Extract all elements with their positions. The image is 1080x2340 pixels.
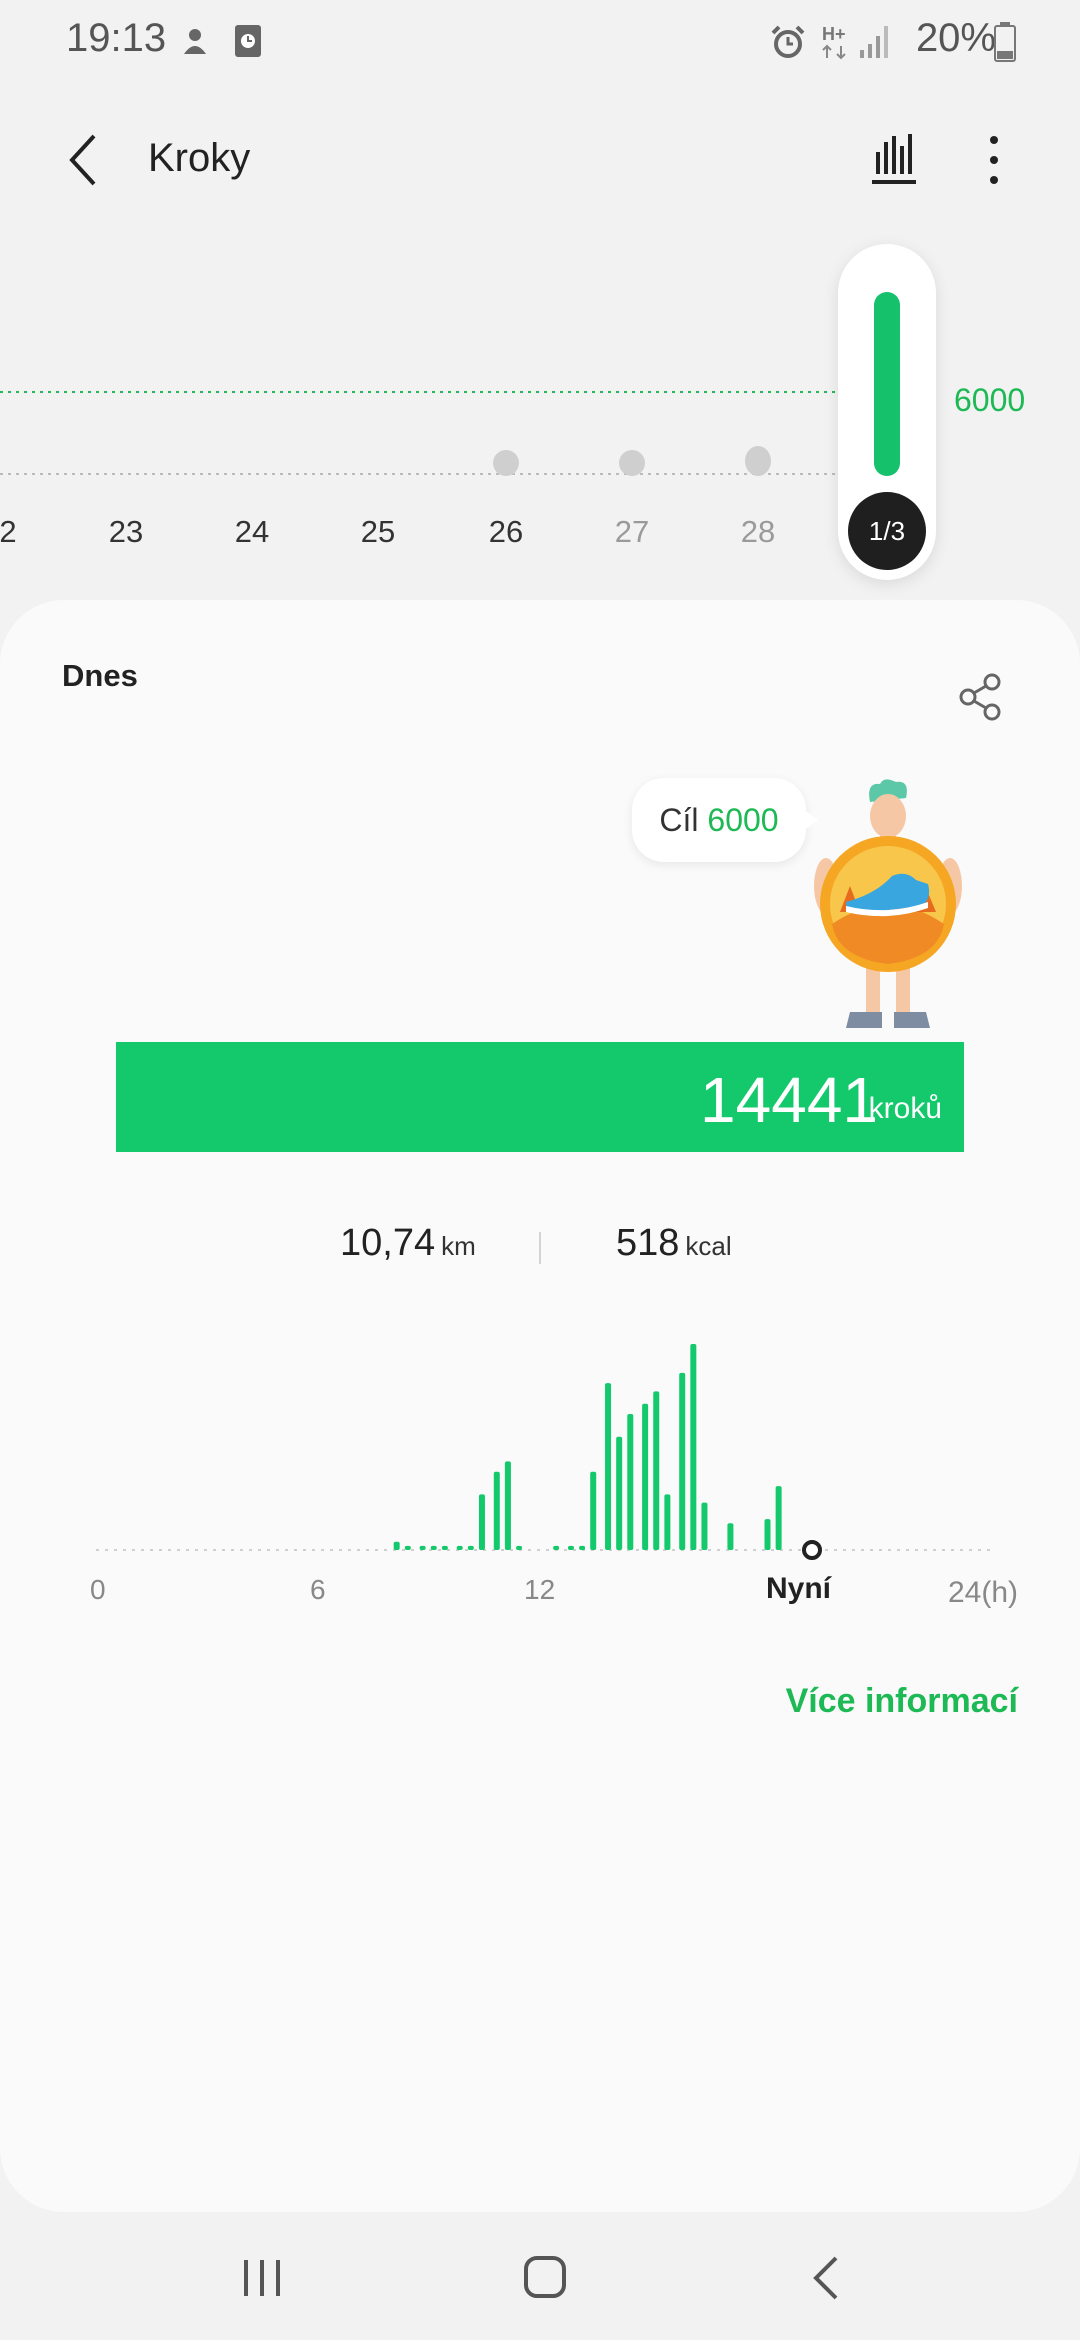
day-dot-26 xyxy=(493,450,519,476)
alarm-icon xyxy=(771,25,805,58)
chart-bar xyxy=(701,1502,708,1550)
calories: 518 kcal xyxy=(616,1222,732,1265)
back-button[interactable] xyxy=(64,132,100,188)
chart-bar xyxy=(642,1403,649,1550)
chart-bar xyxy=(590,1471,597,1550)
chart-bar xyxy=(775,1486,782,1550)
mascot-illustration xyxy=(814,779,962,1028)
chart-bar xyxy=(478,1494,485,1550)
back-nav-icon[interactable] xyxy=(808,2254,842,2302)
now-marker xyxy=(802,1540,822,1560)
x-tick-label: 0 xyxy=(90,1574,106,1605)
status-bar: 19:13 H+ 20% xyxy=(0,0,1080,84)
chart-bar xyxy=(441,1545,448,1550)
chart-bar xyxy=(679,1372,686,1550)
steps-unit: kroků xyxy=(868,1092,942,1125)
chart-bar xyxy=(504,1461,511,1550)
chart-bar xyxy=(467,1545,474,1550)
more-info-link[interactable]: Více informací xyxy=(786,1682,1018,1721)
page-title: Kroky xyxy=(148,136,251,180)
chart-bar xyxy=(553,1545,560,1550)
day-label[interactable]: 27 xyxy=(602,514,662,550)
chart-bar xyxy=(579,1545,586,1550)
goal-bubble: Cíl 6000 xyxy=(632,778,806,862)
current-day-bar xyxy=(874,292,900,476)
chart-bar xyxy=(727,1523,734,1550)
chart-bar xyxy=(627,1414,634,1550)
goal-line xyxy=(0,391,840,393)
chart-bar xyxy=(567,1545,574,1550)
chart-bar xyxy=(393,1541,400,1550)
distance-unit: km xyxy=(441,1231,476,1261)
day-dot-27 xyxy=(619,450,645,476)
share-icon[interactable] xyxy=(956,672,1006,722)
calories-value: 518 xyxy=(616,1222,680,1264)
chart-bar xyxy=(493,1471,500,1550)
goal-value: 6000 xyxy=(707,802,779,838)
signal-icon xyxy=(860,26,888,58)
chart-bar xyxy=(430,1545,437,1550)
x-tick-label: 6 xyxy=(310,1574,326,1605)
hourly-steps-chart xyxy=(96,1344,990,1560)
now-label: Nyní xyxy=(766,1572,832,1605)
card-title: Dnes xyxy=(62,658,138,693)
x-tick-label: 24(h) xyxy=(948,1576,1019,1609)
day-label[interactable]: 23 xyxy=(96,514,156,550)
data-arrows-icon xyxy=(822,44,846,60)
chart-bar xyxy=(404,1545,411,1550)
stats-divider xyxy=(539,1232,541,1264)
chart-bar xyxy=(664,1494,671,1550)
more-options-icon[interactable] xyxy=(984,134,1004,186)
home-icon[interactable] xyxy=(522,2254,568,2300)
chart-bar xyxy=(653,1391,660,1550)
chart-bar xyxy=(616,1436,623,1550)
day-dot-28 xyxy=(745,446,771,476)
day-label[interactable]: 25 xyxy=(348,514,408,550)
app-notification-icon xyxy=(235,25,261,57)
chart-bar xyxy=(764,1519,771,1550)
calories-unit: kcal xyxy=(685,1231,732,1261)
distance: 10,74 km xyxy=(340,1222,476,1265)
chart-bar xyxy=(419,1545,426,1550)
chart-bar xyxy=(456,1545,463,1550)
chart-bar xyxy=(690,1344,697,1550)
current-day-badge: 1/3 xyxy=(848,492,926,570)
day-label[interactable]: 24 xyxy=(222,514,282,550)
network-type: H+ xyxy=(822,24,846,44)
day-label[interactable]: 28 xyxy=(728,514,788,550)
chart-bar xyxy=(516,1545,523,1550)
clock: 19:13 xyxy=(66,16,167,60)
x-tick-label: 12 xyxy=(524,1574,556,1605)
notification-icon xyxy=(184,29,206,54)
day-label[interactable]: 26 xyxy=(476,514,536,550)
battery-icon xyxy=(994,22,1016,62)
chart-bar xyxy=(605,1383,612,1550)
steps-count: 14441 xyxy=(700,1064,878,1136)
goal-line-label: 6000 xyxy=(954,382,1026,418)
recent-apps-icon[interactable] xyxy=(240,2256,284,2300)
battery-percent: 20% xyxy=(915,16,996,60)
baseline xyxy=(0,473,840,475)
goal-label: Cíl xyxy=(659,802,699,838)
distance-value: 10,74 xyxy=(340,1222,436,1264)
day-label[interactable]: 2 xyxy=(0,514,38,550)
chart-view-icon[interactable] xyxy=(870,132,918,186)
